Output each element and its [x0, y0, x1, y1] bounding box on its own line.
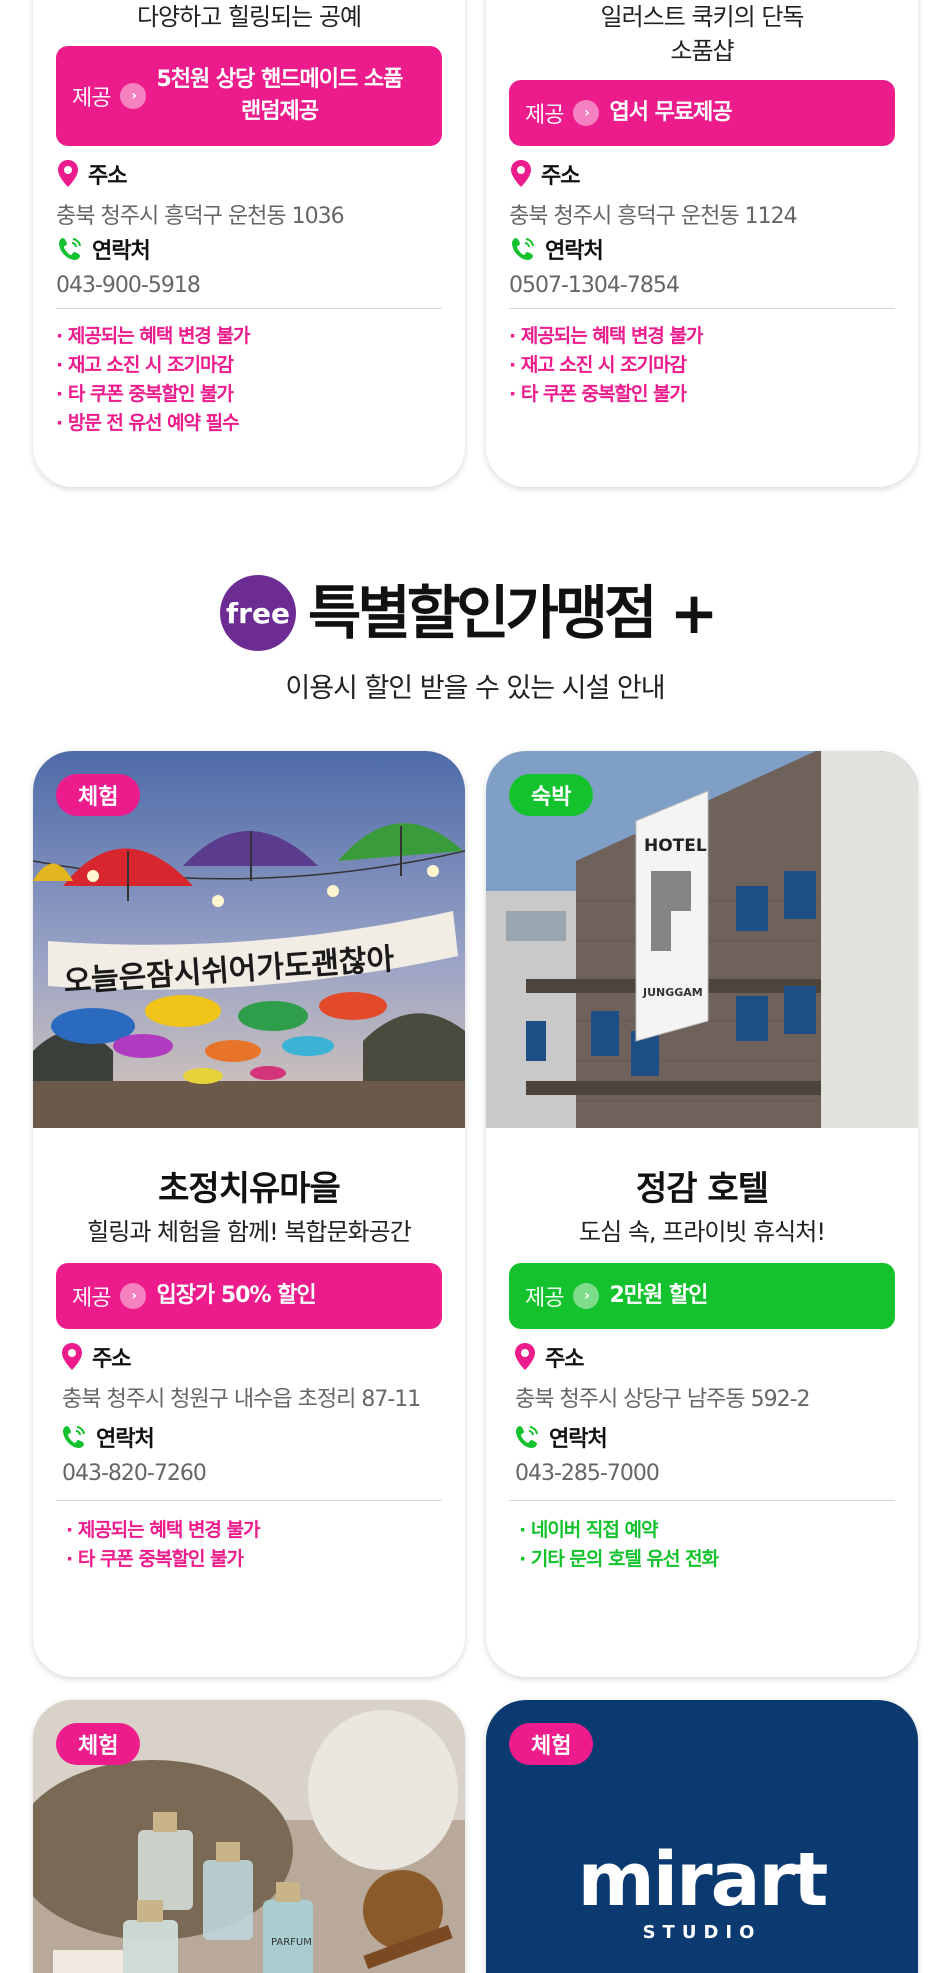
offer-box: 제공 › 입장가 50% 할인	[56, 1263, 442, 1329]
note-item: · 방문 전 유선 예약 필수	[56, 412, 240, 434]
offer-label: 제공	[72, 86, 111, 111]
card-subtitle: 다양하고 힐링되는 공예	[136, 3, 362, 31]
note-item: · 제공되는 혜택 변경 불가	[66, 1519, 260, 1541]
phone-icon	[516, 1426, 538, 1448]
offer-label: 제공	[525, 1286, 564, 1311]
contact-label: 연락처	[92, 239, 151, 264]
category-tag: 체험	[56, 774, 141, 816]
offer-box: 제공 › 2만원 할인	[509, 1263, 895, 1329]
note-item: · 타 쿠폰 중복할인 불가	[56, 383, 234, 405]
contact-row: 연락처 043-900-5918	[56, 233, 442, 298]
chevron-right-icon: ›	[573, 100, 600, 126]
offer-text: 2만원 할인	[609, 1283, 708, 1308]
notes-list: · 제공되는 혜택 변경 불가 · 타 쿠폰 중복할인 불가	[66, 1516, 442, 1574]
notes-list: · 네이버 직접 예약 · 기타 문의 호텔 유선 전화	[519, 1516, 895, 1574]
location-pin-icon	[62, 1343, 82, 1370]
location-pin-icon	[515, 1343, 535, 1370]
phone-icon	[512, 238, 534, 260]
section-title: 특별할인가맹점 +	[308, 579, 718, 647]
address-label: 주소	[88, 164, 127, 189]
category-tag: 체험	[56, 1723, 141, 1765]
address-row: 주소 충북 청주시 상당구 남주동 592-2	[513, 1341, 895, 1413]
note-item: · 타 쿠폰 중복할인 불가	[509, 383, 687, 405]
category-tag: 체험	[509, 1723, 594, 1765]
phone-icon	[63, 1426, 85, 1448]
chevron-right-icon: ›	[120, 1283, 147, 1309]
offer-label: 제공	[525, 103, 564, 128]
card-subtitle: 도심 속, 프라이빗 휴식처!	[579, 1218, 826, 1246]
note-item: · 재고 소진 시 조기마감	[509, 354, 687, 376]
phone-icon	[59, 238, 81, 260]
address-value: 충북 청주시 흥덕구 운천동 1036	[56, 204, 345, 229]
bottle-label-text: PARFUM	[271, 1937, 312, 1948]
card-subtitle: 일러스트 쿡키의 단독 소품샵	[600, 3, 805, 65]
facility-card-perfume[interactable]: PARFUM 체험	[33, 1700, 465, 1973]
contact-label: 연락처	[545, 239, 604, 264]
chevron-right-icon: ›	[573, 1283, 600, 1309]
divider	[509, 1500, 895, 1501]
divider	[56, 308, 442, 309]
mirart-logo: mirart STUDIO	[577, 1837, 829, 1943]
contact-row: 연락처 043-820-7260	[60, 1421, 442, 1486]
facility-name: 초정치유마을	[158, 1169, 341, 1209]
contact-value: 0507-1304-7854	[509, 273, 680, 298]
address-label: 주소	[541, 164, 580, 189]
category-tag: 숙박	[509, 774, 594, 816]
hotel-brand-text: JUNGGAM	[642, 986, 703, 999]
address-value: 충북 청주시 상당구 남주동 592-2	[515, 1387, 811, 1412]
facility-card-top-left: 다양하고 힐링되는 공예 제공 › 5천원 상당 핸드메이드 소품 랜덤제공 주…	[33, 0, 465, 487]
offer-box: 제공 › 5천원 상당 핸드메이드 소품 랜덤제공	[56, 46, 442, 146]
contact-label: 연락처	[96, 1427, 155, 1452]
notes-list: · 제공되는 혜택 변경 불가 · 재고 소진 시 조기마감 · 타 쿠폰 중복…	[509, 322, 895, 409]
address-value: 충북 청주시 청원구 내수읍 초정리 87-11	[62, 1387, 421, 1412]
facility-card-junggam-hotel[interactable]: HOTEL JUNGGAM 숙박 정감 호텔 도심 속, 프라이빗 휴식처! 제…	[486, 751, 918, 1677]
contact-value: 043-900-5918	[56, 273, 201, 298]
address-value: 충북 청주시 흥덕구 운천동 1124	[509, 204, 798, 229]
address-row: 주소 충북 청주시 청원구 내수읍 초정리 87-11	[60, 1341, 442, 1413]
offer-text: 5천원 상당 핸드메이드 소품 랜덤제공	[156, 67, 403, 124]
facility-card-mirart-studio[interactable]: 체험 mirart STUDIO	[486, 1700, 918, 1973]
free-badge: free	[220, 575, 296, 651]
address-label: 주소	[545, 1347, 584, 1372]
location-pin-icon	[58, 160, 78, 187]
section-subtitle: 이용시 할인 받을 수 있는 시설 안내	[285, 673, 665, 704]
divider	[56, 1500, 442, 1501]
divider	[509, 308, 895, 309]
card-subtitle: 힐링과 체험을 함께! 복합문화공간	[87, 1218, 412, 1246]
contact-label: 연락처	[549, 1427, 608, 1452]
note-item: · 타 쿠폰 중복할인 불가	[66, 1548, 244, 1570]
address-row: 주소 충북 청주시 흥덕구 운천동 1124	[509, 158, 895, 230]
note-item: · 제공되는 혜택 변경 불가	[509, 325, 703, 347]
facility-card-top-right: 일러스트 쿡키의 단독 소품샵 제공 › 엽서 무료제공 주소 충북 청주시 흥…	[486, 0, 918, 487]
contact-value: 043-820-7260	[62, 1461, 207, 1486]
offer-text: 엽서 무료제공	[609, 100, 732, 125]
address-label: 주소	[92, 1347, 131, 1372]
facility-card-chojeong[interactable]: 오늘은잠시쉬어가도괜찮아 체험 초정치유마을 힐링과 체험을 함께! 복합문화공…	[33, 751, 465, 1677]
note-item: · 재고 소진 시 조기마감	[56, 354, 234, 376]
notes-list: · 제공되는 혜택 변경 불가 · 재고 소진 시 조기마감 · 타 쿠폰 중복…	[56, 322, 442, 438]
address-row: 주소 충북 청주시 흥덕구 운천동 1036	[56, 158, 442, 230]
section-header: free 특별할인가맹점 +	[0, 573, 950, 653]
offer-box: 제공 › 엽서 무료제공	[509, 80, 895, 146]
offer-text: 입장가 50% 할인	[156, 1283, 316, 1308]
note-item: · 기타 문의 호텔 유선 전화	[519, 1548, 719, 1570]
note-item: · 네이버 직접 예약	[519, 1519, 658, 1541]
location-pin-icon	[511, 160, 531, 187]
contact-row: 연락처 0507-1304-7854	[509, 233, 895, 298]
contact-row: 연락처 043-285-7000	[513, 1421, 895, 1486]
hotel-sign-text: HOTEL	[644, 836, 707, 856]
note-item: · 제공되는 혜택 변경 불가	[56, 325, 250, 347]
offer-label: 제공	[72, 1286, 111, 1311]
chevron-right-icon: ›	[120, 83, 147, 109]
facility-name: 정감 호텔	[636, 1169, 769, 1209]
contact-value: 043-285-7000	[515, 1461, 660, 1486]
